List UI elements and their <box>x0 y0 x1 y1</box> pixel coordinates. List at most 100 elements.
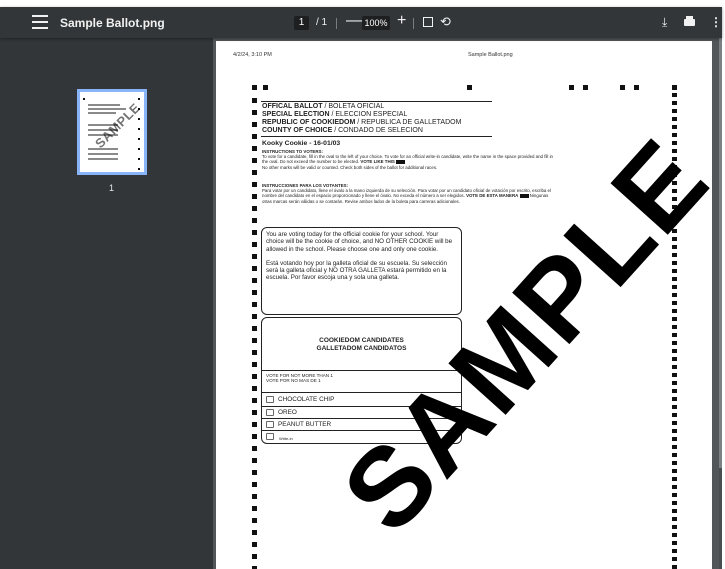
print-header-date: 4/2/24, 3:10 PM <box>233 52 272 58</box>
timing-mark <box>252 482 257 487</box>
ballot-page: 4/2/24, 3:10 PM Sample Ballot.png OFFICA… <box>216 41 712 569</box>
timing-mark <box>672 445 677 449</box>
page-thumbnail[interactable]: SAMPLE <box>77 89 147 175</box>
timing-mark <box>672 333 677 337</box>
timing-mark <box>252 350 257 355</box>
timing-mark <box>672 421 677 425</box>
timing-mark <box>672 93 677 97</box>
timing-mark <box>672 485 677 489</box>
timing-mark <box>252 518 257 523</box>
vote-for-es: VOTE POR NO MAS DE 1 <box>266 378 321 383</box>
thumbnail-sidebar: SAMPLE 1 <box>0 38 213 569</box>
timing-mark <box>672 549 677 553</box>
print-icon[interactable] <box>684 16 695 26</box>
timing-mark <box>252 434 257 439</box>
timing-mark <box>252 470 257 475</box>
thumbnail-page-number: 1 <box>109 183 115 193</box>
zoom-in-button[interactable]: + <box>397 12 406 30</box>
timing-mark <box>569 85 574 90</box>
timing-mark <box>672 357 677 361</box>
timing-mark <box>634 85 639 90</box>
thumbnail-timing-mark <box>138 128 140 130</box>
timing-mark <box>252 254 257 259</box>
timing-mark <box>252 206 257 211</box>
thumbnail-text-line <box>88 104 120 106</box>
thumbnail-text-line <box>88 108 126 110</box>
timing-mark <box>252 122 257 127</box>
thumbnail-timing-mark <box>138 158 140 160</box>
timing-mark <box>252 422 257 427</box>
scrollbar-thumb[interactable] <box>719 38 722 468</box>
timing-mark <box>252 290 257 295</box>
timing-mark <box>672 437 677 441</box>
timing-mark <box>672 85 677 89</box>
election-name: Kooky Cookie - 16-01/03 <box>262 140 341 147</box>
timing-mark <box>252 182 257 187</box>
timing-mark <box>672 389 677 393</box>
ballot-title-line-3: REPUBLIC OF COOKIEDOM / REPUBLICA DE GAL… <box>262 119 462 126</box>
download-icon[interactable]: ⤓ <box>662 15 667 30</box>
timing-mark <box>252 446 257 451</box>
timing-mark <box>672 405 677 409</box>
timing-mark <box>252 302 257 307</box>
vote-oval[interactable] <box>266 433 274 440</box>
timing-mark <box>672 413 677 417</box>
toolbar-divider <box>413 18 414 29</box>
timing-mark <box>252 194 257 199</box>
document-viewer[interactable]: 4/2/24, 3:10 PM Sample Ballot.png OFFICA… <box>213 38 719 569</box>
pdf-toolbar: Sample Ballot.png 1 / 1 — 100% + ⟲ ⤓ ⋮ <box>0 7 722 38</box>
candidate-label: OREO <box>278 409 297 416</box>
thumbnail-timing-mark <box>138 168 140 170</box>
timing-mark <box>252 110 257 115</box>
toolbar-divider <box>336 18 337 29</box>
timing-mark <box>252 134 257 139</box>
timing-mark <box>672 429 677 433</box>
timing-mark <box>252 362 257 367</box>
window-top-edge <box>0 0 725 7</box>
timing-mark <box>252 218 257 223</box>
header-rule <box>261 101 492 102</box>
timing-mark <box>672 349 677 353</box>
fit-page-icon[interactable] <box>423 17 433 27</box>
ballot-info-box: You are voting today for the official co… <box>261 227 462 315</box>
timing-mark <box>252 266 257 271</box>
write-in-label: Write-in <box>279 436 293 441</box>
thumbnail-timing-mark <box>138 98 140 100</box>
zoom-level-input[interactable]: 100% <box>362 16 390 30</box>
timing-mark <box>672 525 677 529</box>
timing-mark <box>672 541 677 545</box>
timing-mark <box>672 285 677 289</box>
thumbnail-timing-mark <box>138 118 140 120</box>
timing-mark <box>252 158 257 163</box>
rotate-icon[interactable]: ⟲ <box>440 14 451 30</box>
more-options-icon[interactable]: ⋮ <box>710 15 722 29</box>
timing-mark <box>672 109 677 113</box>
info-spanish: Está votando hoy por la galleta oficial … <box>266 259 447 282</box>
timing-mark <box>672 365 677 369</box>
timing-mark <box>583 85 588 90</box>
vote-oval[interactable] <box>266 421 274 428</box>
vote-example-mark <box>519 194 529 199</box>
candidate-label: CHOCOLATE CHIP <box>278 396 335 403</box>
timing-mark <box>252 230 257 235</box>
timing-mark <box>252 98 257 103</box>
menu-icon[interactable] <box>32 15 48 29</box>
timing-mark <box>252 374 257 379</box>
page-count: / 1 <box>316 17 328 28</box>
vote-oval[interactable] <box>266 409 274 416</box>
timing-mark <box>672 133 677 137</box>
vote-oval[interactable] <box>266 396 274 403</box>
zoom-out-button[interactable]: — <box>346 12 362 30</box>
timing-mark <box>672 373 677 377</box>
timing-mark <box>252 242 257 247</box>
timing-mark <box>252 494 257 499</box>
timing-mark <box>672 309 677 313</box>
timing-mark <box>672 125 677 129</box>
timing-mark <box>620 85 625 90</box>
page-number-input[interactable]: 1 <box>294 16 309 30</box>
ballot-title-line-1: OFFICAL BALLOT / BOLETA OFICIAL <box>262 103 385 110</box>
timing-mark <box>672 325 677 329</box>
timing-mark <box>252 398 257 403</box>
timing-mark <box>672 501 677 505</box>
timing-mark <box>672 341 677 345</box>
